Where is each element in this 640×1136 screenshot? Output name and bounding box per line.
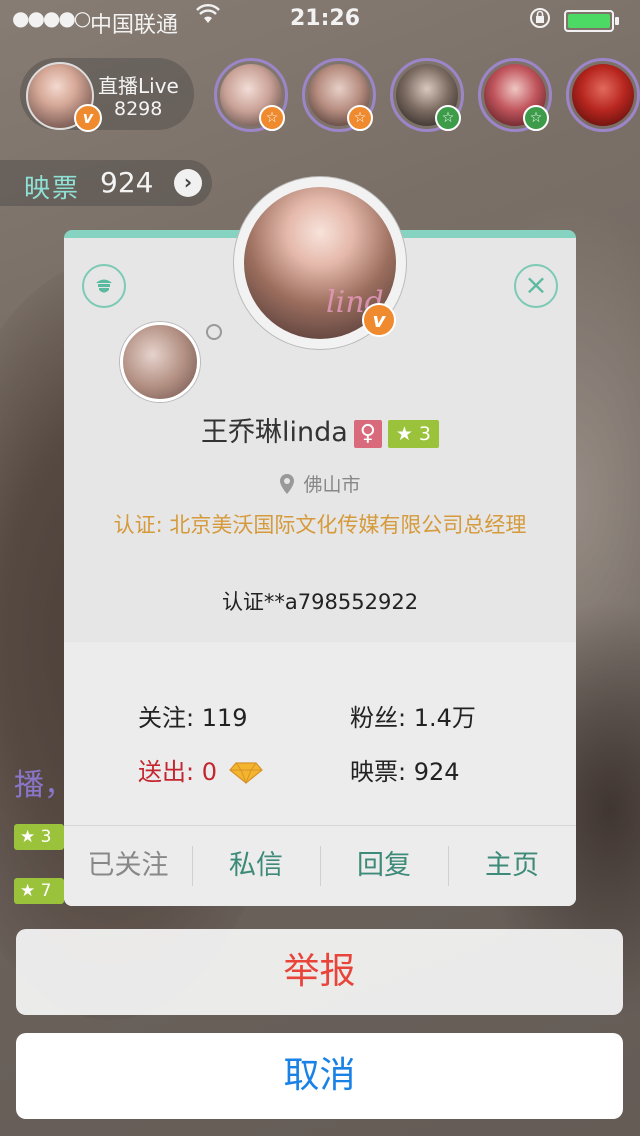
report-button[interactable]: 举报 (16, 929, 623, 1015)
star-badge-icon: ☆ (435, 105, 461, 131)
battery-nub (615, 17, 619, 25)
tickets-label: 映票: (350, 758, 407, 786)
indicator-dot (206, 324, 222, 340)
chevron-right-icon[interactable]: › (174, 169, 202, 197)
profile-actions-bar: 已关注 私信 回复 主页 (64, 825, 576, 906)
chat-level-tag: ★ 7 (14, 878, 64, 904)
live-room-screen: ●●●●○ 中国联通 21:26 v 直播Live 8298 ☆ ☆ ☆ ☆ 映… (0, 0, 640, 1136)
sent-label: 送出: (138, 758, 195, 786)
reply-button[interactable]: 回复 (320, 826, 448, 906)
ticket-value: 924 (100, 166, 154, 199)
wifi-icon (196, 4, 220, 31)
viewer-avatar[interactable]: ☆ (214, 58, 288, 132)
tickets-value: 924 (413, 758, 460, 786)
status-bar: ●●●●○ 中国联通 21:26 (0, 0, 640, 40)
female-gender-icon: ♀ (353, 419, 382, 448)
level-badge: ★ 3 (387, 419, 439, 448)
follow-label: 关注: (138, 704, 195, 732)
fans-label: 粉丝: (350, 704, 407, 732)
viewer-avatar-image (572, 64, 634, 126)
viewer-avatar[interactable]: ☆ (302, 58, 376, 132)
ticket-pill[interactable]: 映票 924 › (0, 160, 212, 206)
diamond-icon (228, 762, 263, 784)
star-badge-icon: ☆ (259, 105, 285, 131)
fans-value: 1.4万 (413, 704, 476, 732)
host-title: 直播Live (98, 74, 179, 98)
sent-value: 0 (201, 758, 218, 786)
star-badge-icon: ☆ (347, 105, 373, 131)
certification-text: 认证: 北京美沃国际文化传媒有限公司总经理 (113, 513, 527, 537)
profile-name: 王乔琳linda (201, 417, 348, 448)
rotation-lock-icon (528, 6, 552, 35)
location-row: 佛山市 (64, 470, 576, 497)
chat-level-tag: ★ 3 (14, 824, 64, 850)
follow-value: 119 (201, 704, 248, 732)
admin-manage-icon[interactable] (82, 264, 126, 308)
location-pin-icon (280, 474, 295, 494)
verified-v-icon: v (362, 303, 396, 337)
clock: 21:26 (290, 6, 361, 31)
sent-stat: 送出: 0 (138, 752, 263, 787)
viewer-avatar[interactable]: ☆ (390, 58, 464, 132)
star-badge-icon: ☆ (523, 105, 549, 131)
carrier-name: 中国联通 (90, 13, 179, 38)
battery-level (568, 14, 610, 28)
signal-strength-icon: ●●●●○ (12, 6, 91, 30)
follow-stat: 关注: 119 (138, 698, 248, 733)
close-icon[interactable]: × (514, 264, 558, 308)
verified-v-icon: v (74, 104, 102, 132)
followed-button[interactable]: 已关注 (64, 826, 192, 906)
homepage-button[interactable]: 主页 (448, 826, 576, 906)
profile-name-row: 王乔琳linda ♀ ★ 3 (64, 410, 576, 449)
battery-icon (564, 10, 619, 32)
secondary-avatar[interactable] (120, 322, 200, 402)
private-message-button[interactable]: 私信 (192, 826, 320, 906)
certification-id: 认证**a798552922 (221, 590, 419, 614)
cancel-button[interactable]: 取消 (16, 1033, 623, 1119)
fans-stat: 粉丝: 1.4万 (350, 698, 476, 733)
ticket-label: 映票 (24, 174, 81, 204)
viewer-count: 8298 (114, 98, 163, 120)
profile-avatar-frame: linda v (233, 176, 407, 350)
viewer-avatar[interactable]: ☆ (478, 58, 552, 132)
location-text: 佛山市 (303, 474, 361, 496)
viewer-avatar[interactable] (566, 58, 640, 132)
tickets-stat: 映票: 924 (350, 752, 460, 787)
host-info-pill[interactable]: v 直播Live 8298 (20, 58, 194, 132)
